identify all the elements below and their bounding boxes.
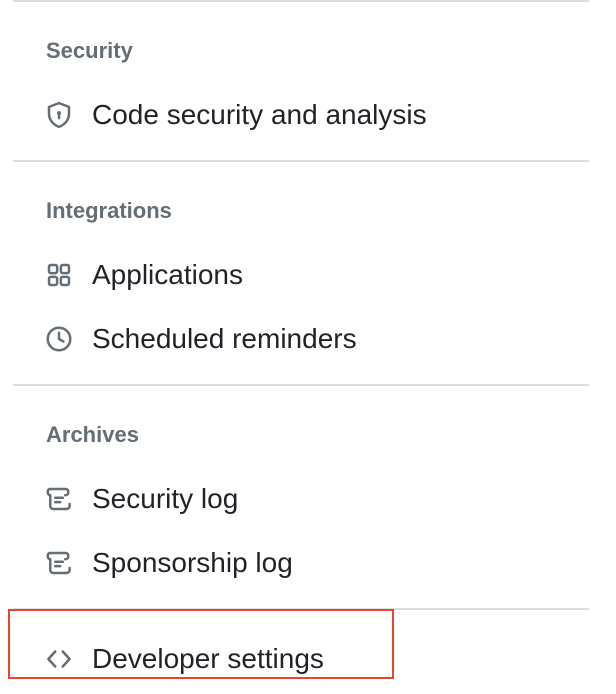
section-divider: [13, 384, 589, 386]
sidebar-item-applications[interactable]: Applications: [40, 250, 560, 300]
log-icon: [42, 546, 76, 580]
highlight-annotation-box: [8, 609, 394, 679]
top-divider: [13, 0, 589, 2]
sidebar-item-label: Code security and analysis: [92, 99, 427, 130]
sidebar-item-label: Security log: [92, 483, 239, 514]
sidebar-item-label: Scheduled reminders: [92, 323, 357, 354]
clock-icon: [42, 322, 76, 356]
sidebar-item-security-log[interactable]: Security log: [40, 474, 560, 524]
section-divider: [13, 160, 589, 162]
sidebar-item-sponsorship-log[interactable]: Sponsorship log: [40, 538, 560, 588]
sidebar-item-label: Applications: [92, 259, 243, 290]
sidebar-item-label: Sponsorship log: [92, 547, 293, 578]
section-heading-archives: Archives: [46, 422, 139, 447]
section-heading-security: Security: [46, 38, 133, 63]
sidebar-item-code-security[interactable]: Code security and analysis: [40, 90, 560, 140]
section-heading-integrations: Integrations: [46, 198, 172, 223]
log-icon: [42, 482, 76, 516]
sidebar-item-scheduled-reminders[interactable]: Scheduled reminders: [40, 314, 560, 364]
apps-grid-icon: [42, 258, 76, 292]
shield-lock-icon: [42, 98, 76, 132]
